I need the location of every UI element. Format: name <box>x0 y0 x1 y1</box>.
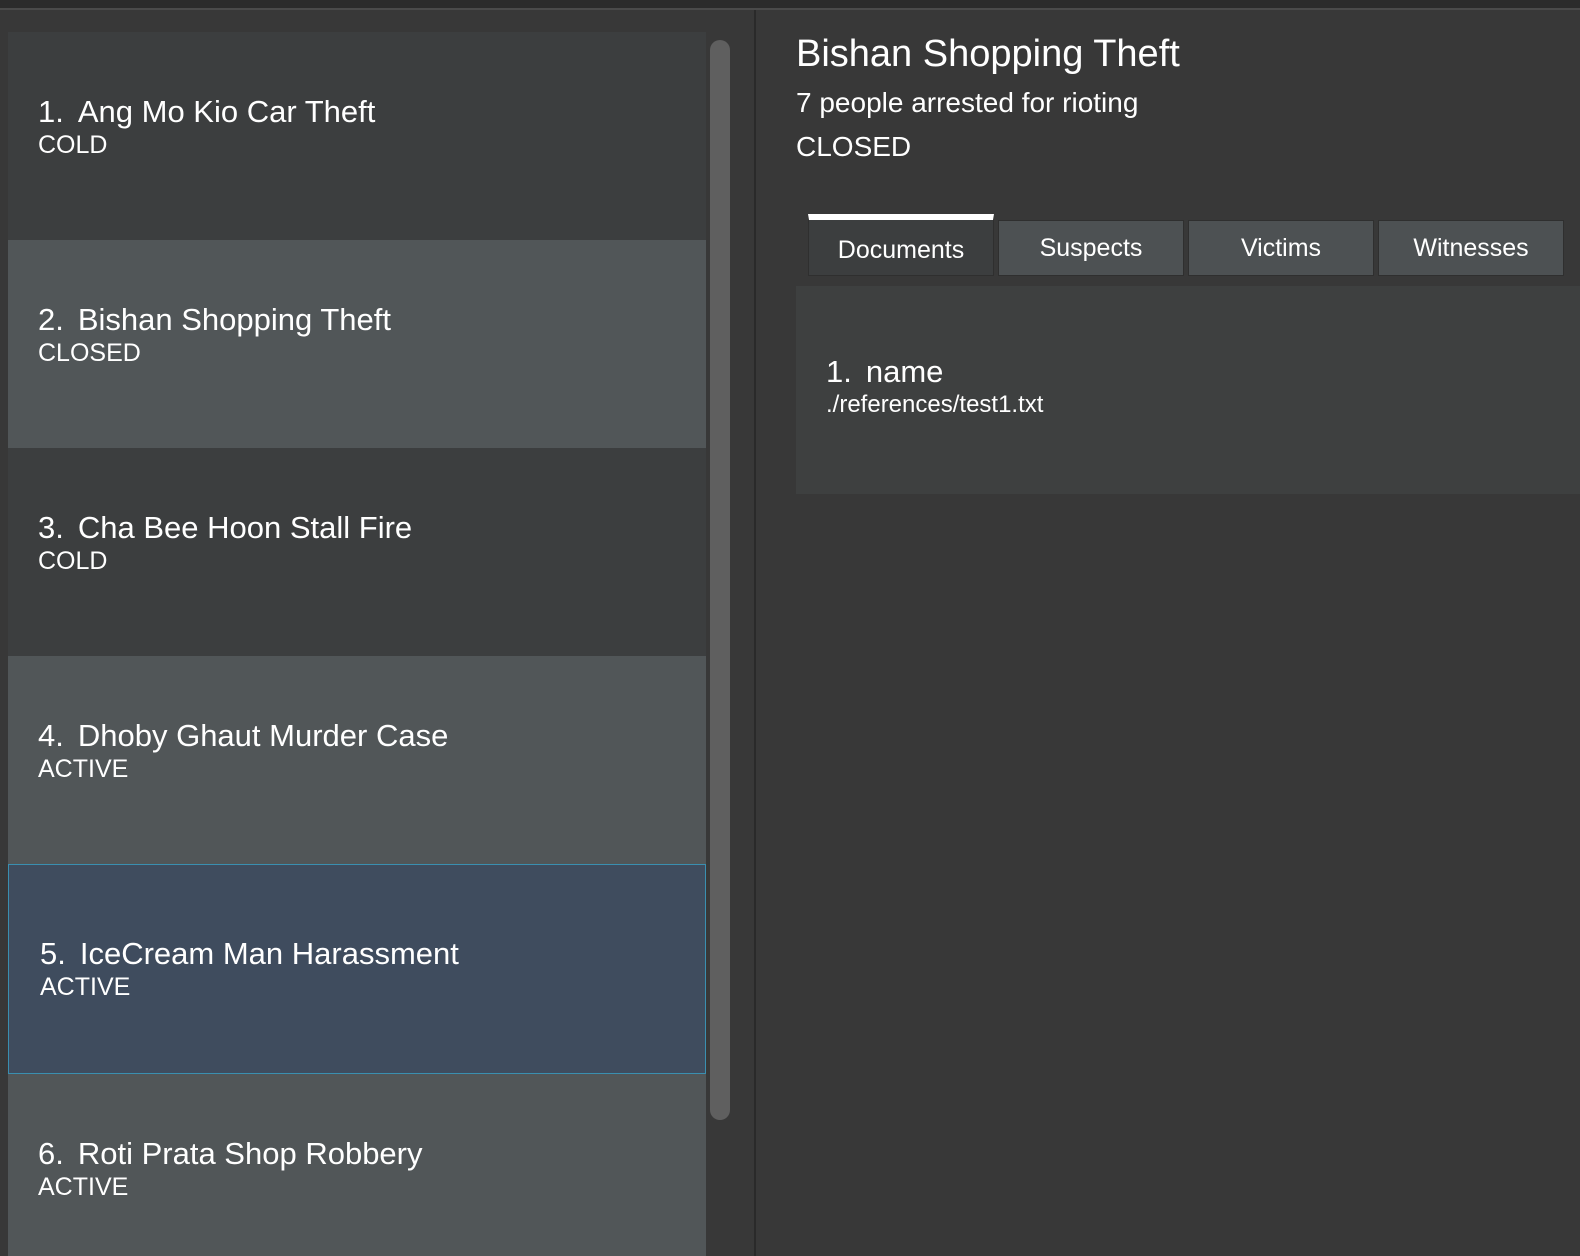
case-index: 2. <box>38 302 64 337</box>
case-name: Dhoby Ghaut Murder Case <box>77 718 449 753</box>
case-detail-pane: Bishan Shopping Theft 7 people arrested … <box>758 10 1580 1256</box>
case-title: 2. Bishan Shopping Theft <box>38 302 706 338</box>
document-index: 1. <box>826 354 852 389</box>
case-detail-status: CLOSED <box>796 131 912 162</box>
case-detail-description: 7 people arrested for rioting <box>796 87 1139 118</box>
case-detail-title: Bishan Shopping Theft <box>796 33 1180 75</box>
case-status: COLD <box>38 131 108 159</box>
case-status: ACTIVE <box>38 755 129 783</box>
documents-panel: 1. name ./references/test1.txt <box>796 286 1580 494</box>
window-top-bar <box>0 0 1580 10</box>
case-list-scrollbar[interactable] <box>710 40 730 1120</box>
case-title: 5. IceCream Man Harassment <box>40 936 705 972</box>
case-list-item-selected[interactable]: 5. IceCream Man Harassment ACTIVE <box>8 864 706 1074</box>
tab-victims[interactable]: Victims <box>1188 220 1374 276</box>
case-name: Bishan Shopping Theft <box>77 302 391 337</box>
case-list-item[interactable]: 3. Cha Bee Hoon Stall Fire COLD <box>8 448 706 656</box>
case-status: ACTIVE <box>38 1173 129 1201</box>
tab-suspects[interactable]: Suspects <box>998 220 1184 276</box>
case-title: 1. Ang Mo Kio Car Theft <box>38 94 706 130</box>
case-status: ACTIVE <box>40 973 131 1001</box>
case-status: COLD <box>38 547 108 575</box>
case-name: Cha Bee Hoon Stall Fire <box>77 510 413 545</box>
document-path: ./references/test1.txt <box>826 391 1044 418</box>
case-list: 1. Ang Mo Kio Car Theft COLD 2. Bishan Sho… <box>8 32 706 1256</box>
case-title: 4. Dhoby Ghaut Murder Case <box>38 718 706 754</box>
case-name: IceCream Man Harassment <box>79 936 459 971</box>
document-name: name <box>865 354 944 389</box>
case-list-item[interactable]: 4. Dhoby Ghaut Murder Case ACTIVE <box>8 656 706 864</box>
case-title: 6. Roti Prata Shop Robbery <box>38 1136 706 1172</box>
case-status: CLOSED <box>38 339 141 367</box>
document-title: 1. name <box>826 354 1043 390</box>
case-name: Ang Mo Kio Car Theft <box>77 94 376 129</box>
case-index: 6. <box>38 1136 64 1171</box>
case-index: 1. <box>38 94 64 129</box>
case-list-item[interactable]: 1. Ang Mo Kio Car Theft COLD <box>8 32 706 240</box>
detail-tabs: Documents Suspects Victims Witnesses <box>808 214 1568 276</box>
tab-documents[interactable]: Documents <box>808 214 994 276</box>
case-name: Roti Prata Shop Robbery <box>77 1136 423 1171</box>
case-list-item[interactable]: 6. Roti Prata Shop Robbery ACTIVE <box>8 1074 706 1256</box>
case-index: 5. <box>40 936 66 971</box>
case-index: 3. <box>38 510 64 545</box>
tab-witnesses[interactable]: Witnesses <box>1378 220 1564 276</box>
case-list-pane: 1. Ang Mo Kio Car Theft COLD 2. Bishan Sho… <box>0 10 756 1256</box>
case-list-item[interactable]: 2. Bishan Shopping Theft CLOSED <box>8 240 706 448</box>
case-title: 3. Cha Bee Hoon Stall Fire <box>38 510 706 546</box>
case-index: 4. <box>38 718 64 753</box>
document-list-item[interactable]: 1. name ./references/test1.txt <box>826 354 1043 420</box>
